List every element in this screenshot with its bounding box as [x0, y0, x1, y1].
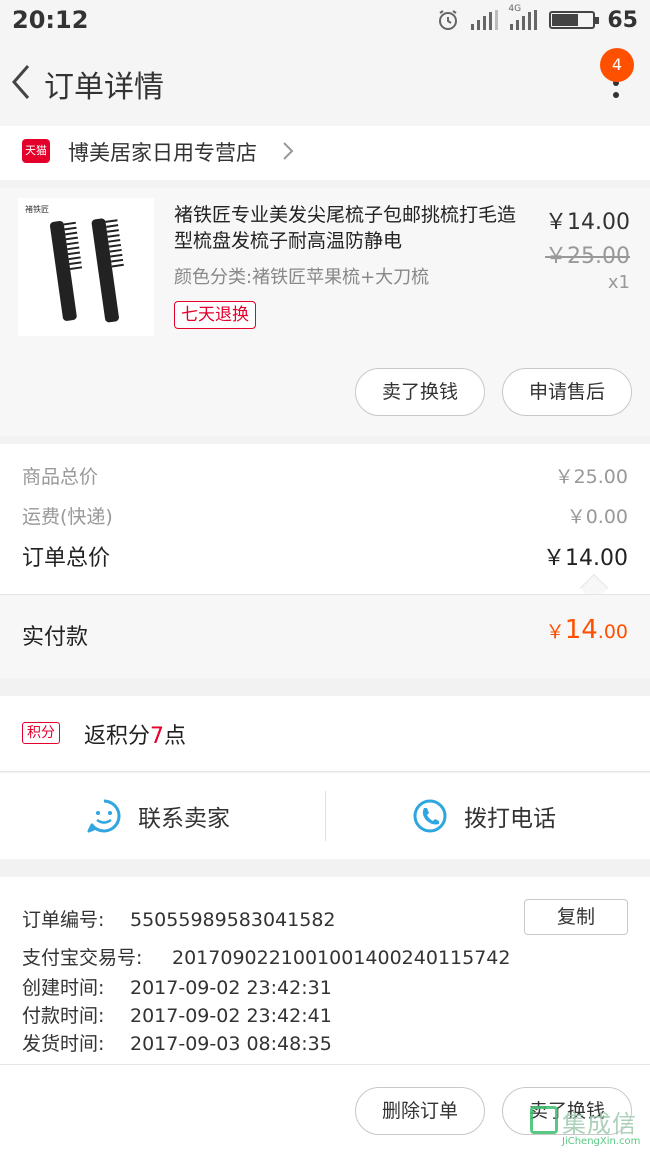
order-number-label: 订单编号: — [22, 909, 105, 931]
product-original-price: ￥25.00 — [545, 244, 630, 269]
points-suffix: 点 — [164, 724, 187, 749]
contact-seller-button[interactable]: 联系卖家 — [86, 773, 230, 859]
status-icons: 4G 65 — [437, 4, 638, 34]
watermark: 集成信 JiChengXin.com — [530, 1104, 646, 1154]
paid-integer: 14 — [564, 615, 598, 645]
points-value: 7 — [150, 724, 165, 749]
order-total-row: 订单总价 ￥14.00 — [22, 540, 628, 572]
back-arrow-icon[interactable] — [6, 62, 38, 102]
phone-icon — [413, 799, 447, 833]
contact-seller-label: 联系卖家 — [138, 806, 230, 832]
delete-order-button[interactable]: 删除订单 — [355, 1087, 485, 1135]
shipping-row: 运费(快递) ￥0.00 — [22, 502, 628, 529]
battery-level-fill — [552, 14, 579, 26]
chat-smile-icon — [87, 799, 121, 833]
call-phone-label: 拨打电话 — [464, 806, 556, 832]
product-title[interactable]: 褚铁匠专业美发尖尾梳子包邮挑梳打毛造型梳盘发梳子耐高温防静电 — [174, 202, 530, 254]
network-label: 4G — [508, 4, 522, 14]
notification-badge: 4 — [600, 48, 634, 82]
sell-button[interactable]: 卖了换钱 — [355, 368, 485, 416]
items-total-row: 商品总价 ￥25.00 — [22, 462, 628, 489]
status-bar: 20:12 4G 65 — [0, 0, 650, 40]
watermark-en: JiChengXin.com — [562, 1136, 641, 1147]
paid-row: 实付款 ￥14.00 — [0, 594, 650, 678]
shipped-time-label: 发货时间: — [22, 1033, 105, 1055]
created-time-row: 创建时间: 2017-09-02 23:42:31 — [22, 973, 332, 1000]
status-time: 20:12 — [12, 6, 89, 34]
order-info: 订单编号: 55055989583041582 复制 支付宝交易号: 2017090… — [0, 877, 650, 1067]
order-total-label: 订单总价 — [22, 546, 111, 571]
product-sku: 颜色分类:褚铁匠苹果梳+大刀梳 — [174, 267, 430, 288]
paid-time-value: 2017-09-02 23:42:41 — [130, 1005, 332, 1027]
alipay-number-value[interactable]: 2017090221001001400240115742 — [172, 947, 510, 969]
shop-name[interactable]: 博美居家日用专营店 — [68, 137, 257, 167]
product-price: ￥14.00 — [545, 210, 630, 235]
alipay-number-row: 支付宝交易号: 2017090221001001400240115742 — [22, 943, 510, 970]
product-card[interactable]: 褚铁匠 褚铁匠专业美发尖尾梳子包邮挑梳打毛造型梳盘发梳子耐高温防静电 颜色分类:… — [0, 188, 650, 436]
alipay-number-label: 支付宝交易号: — [22, 947, 143, 969]
order-number-row: 订单编号: 55055989583041582 — [22, 905, 336, 932]
points-tag: 积分 — [22, 722, 60, 744]
product-quantity: x1 — [607, 272, 630, 293]
signal-4g-icon: 4G — [508, 4, 538, 30]
price-summary: 商品总价 ￥25.00 运费(快递) ￥0.00 订单总价 ￥14.00 — [0, 444, 650, 603]
call-phone-button[interactable]: 拨打电话 — [412, 773, 556, 859]
battery-percent: 65 — [607, 7, 638, 33]
points-text: 返积分7点 — [84, 718, 186, 750]
paid-currency: ￥ — [545, 621, 565, 643]
alarm-icon — [439, 10, 458, 30]
chevron-right-icon — [283, 142, 294, 160]
tmall-icon: 天猫 — [22, 139, 50, 163]
contact-divider — [325, 791, 326, 841]
items-total-value: ￥25.00 — [554, 466, 628, 488]
paid-time-label: 付款时间: — [22, 1005, 105, 1027]
shipping-label: 运费(快递) — [22, 506, 113, 528]
paid-amount: ￥14.00 — [546, 615, 628, 645]
paid-decimal: .00 — [597, 621, 628, 643]
product-image[interactable]: 褚铁匠 — [18, 198, 154, 336]
watermark-logo-icon — [530, 1106, 558, 1134]
product-image-brand: 褚铁匠 — [25, 205, 49, 214]
after-sales-button[interactable]: 申请售后 — [502, 368, 632, 416]
created-time-label: 创建时间: — [22, 977, 105, 999]
contact-row: 联系卖家 拨打电话 — [0, 773, 650, 859]
return-policy-tag: 七天退换 — [174, 301, 256, 329]
order-number-value[interactable]: 55055989583041582 — [130, 909, 336, 931]
page-title: 订单详情 — [44, 70, 164, 105]
points-row: 积分 返积分7点 — [0, 696, 650, 772]
order-total-value: ￥14.00 — [543, 546, 628, 571]
shop-row[interactable]: 天猫 博美居家日用专营店 — [0, 126, 650, 180]
created-time-value: 2017-09-02 23:42:31 — [130, 977, 332, 999]
shipped-time-row: 发货时间: 2017-09-03 08:48:35 — [22, 1029, 332, 1056]
paid-time-row: 付款时间: 2017-09-02 23:42:41 — [22, 1001, 332, 1028]
copy-order-number-button[interactable]: 复制 — [524, 899, 628, 935]
nav-bar: 订单详情 4 — [0, 40, 650, 126]
watermark-cn: 集成信 — [562, 1110, 637, 1138]
shipped-time-value: 2017-09-03 08:48:35 — [130, 1033, 332, 1055]
shipping-value: ￥0.00 — [566, 506, 628, 528]
paid-label: 实付款 — [22, 625, 89, 650]
signal-icon — [471, 10, 499, 30]
comb-illustration — [49, 218, 124, 323]
points-prefix: 返积分 — [84, 724, 151, 749]
battery-icon — [549, 11, 600, 29]
items-total-label: 商品总价 — [22, 466, 99, 488]
